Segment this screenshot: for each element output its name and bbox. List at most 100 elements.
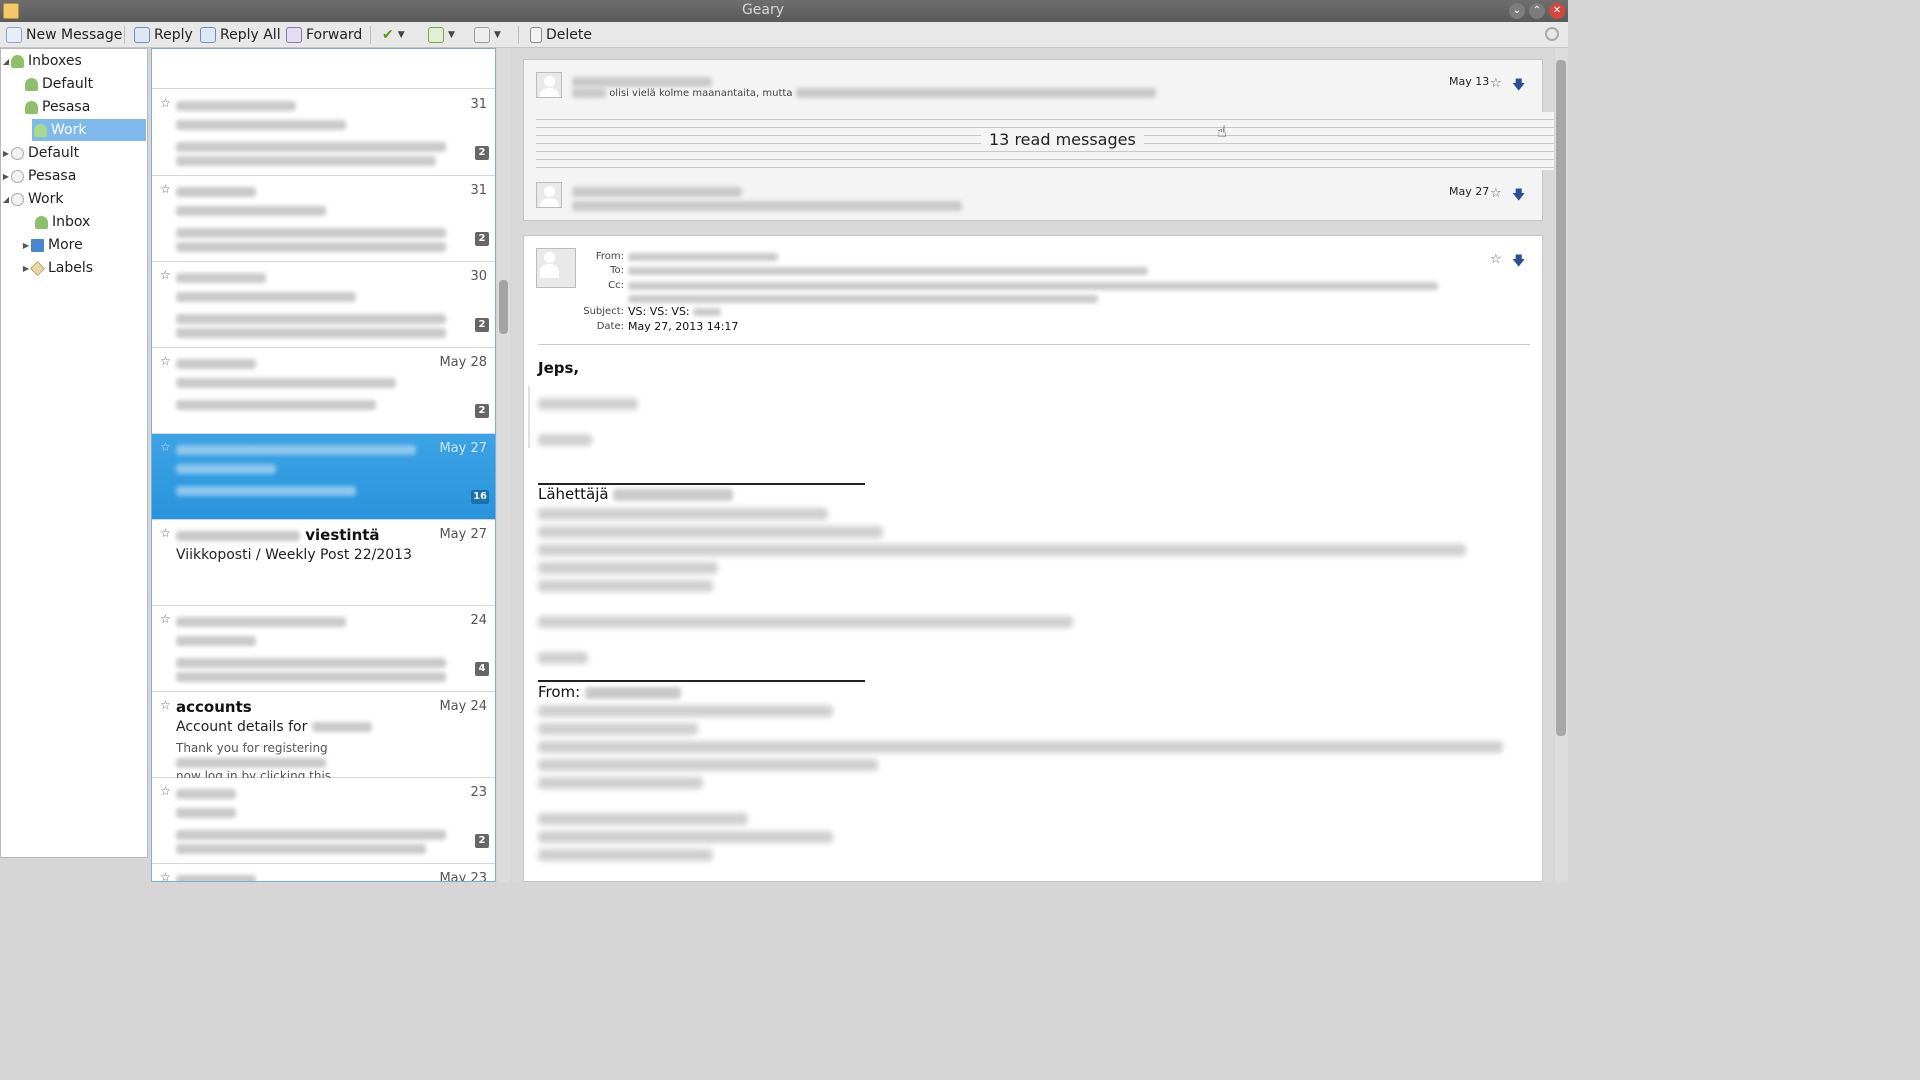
email-body-line xyxy=(538,777,703,789)
maximize-icon[interactable]: ⌃ xyxy=(1529,3,1545,19)
inbox-icon xyxy=(25,100,38,114)
message-menu-icon[interactable]: 🡇 xyxy=(1512,186,1525,208)
folder-label: Inboxes xyxy=(28,53,82,69)
expander-icon[interactable]: ◢ xyxy=(1,195,11,204)
list-item[interactable] xyxy=(152,49,495,89)
account-pesasa[interactable]: ▶ Pesasa xyxy=(1,165,147,187)
list-item[interactable]: ☆ 23 2 xyxy=(152,778,495,864)
email-body-line xyxy=(538,759,878,771)
mark-button[interactable]: ✔ ▼ xyxy=(382,25,405,45)
folder-inbox-work[interactable]: Work xyxy=(32,119,146,141)
reply-icon xyxy=(134,27,150,43)
list-item-selected[interactable]: ☆ May 27 16 xyxy=(152,434,495,520)
list-item[interactable]: ☆ May 23 xyxy=(152,864,495,881)
message-menu-icon[interactable]: 🡇 xyxy=(1512,76,1525,98)
thread-count-badge: 2 xyxy=(475,232,489,246)
list-item[interactable]: ☆ accounts May 24 Account details for Th… xyxy=(152,692,495,796)
window-title: Geary xyxy=(741,2,785,18)
message-date: May 27 xyxy=(1449,185,1490,198)
account-work[interactable]: ◢ Work xyxy=(1,188,147,210)
account-icon xyxy=(11,146,24,160)
star-icon[interactable]: ☆ xyxy=(160,268,171,282)
message-menu-icon[interactable]: 🡇 xyxy=(1512,252,1525,274)
folder-work-labels[interactable]: ▶ Labels xyxy=(1,257,147,279)
folder-inboxes[interactable]: ◢ Inboxes xyxy=(1,50,147,72)
account-icon xyxy=(11,169,24,183)
folder-label: More xyxy=(48,237,83,253)
quote-separator xyxy=(538,680,865,682)
cc-value xyxy=(628,279,1438,305)
close-icon[interactable]: ✕ xyxy=(1549,3,1565,19)
chevron-down-icon: ▼ xyxy=(448,30,455,40)
message-preview xyxy=(176,397,466,411)
conversation-scroll-thumb[interactable] xyxy=(1556,60,1566,736)
folder-label: Work xyxy=(28,191,64,207)
message-snippet xyxy=(572,198,962,214)
toolbar-separator xyxy=(370,26,371,44)
message-list-scroll-thumb[interactable] xyxy=(499,280,508,334)
inbox-icon xyxy=(35,215,48,229)
to-label: To: xyxy=(610,265,624,276)
expander-icon[interactable]: ▶ xyxy=(1,149,11,158)
account-default[interactable]: ▶ Default xyxy=(1,142,147,164)
message-from xyxy=(176,182,256,200)
star-icon[interactable]: ☆ xyxy=(160,784,171,798)
message-subject: Account details for xyxy=(176,719,372,735)
star-icon[interactable]: ☆ xyxy=(160,440,171,454)
move-button[interactable]: ▼ xyxy=(474,25,501,45)
expander-icon[interactable]: ▶ xyxy=(1,172,11,181)
tag-icon xyxy=(30,260,45,276)
label-button[interactable]: ▼ xyxy=(428,25,455,45)
star-icon[interactable]: ☆ xyxy=(1490,76,1502,91)
folder-work-inbox[interactable]: Inbox xyxy=(1,211,147,233)
email-body-line xyxy=(538,723,698,735)
message-date: 31 xyxy=(470,183,487,198)
star-icon[interactable]: ☆ xyxy=(160,354,171,368)
folder-inbox-default[interactable]: Default xyxy=(1,73,147,95)
email-body-line xyxy=(538,398,638,410)
delete-button[interactable]: Delete xyxy=(530,25,592,45)
folder-work-more[interactable]: ▶ More xyxy=(1,234,147,256)
email-body-line xyxy=(538,508,828,520)
message-preview xyxy=(176,655,466,683)
list-item[interactable]: ☆ May 28 2 xyxy=(152,348,495,434)
star-icon[interactable]: ☆ xyxy=(1490,252,1502,267)
minimize-icon[interactable]: ⌄ xyxy=(1509,3,1525,19)
new-message-label: New Message xyxy=(26,27,123,43)
expander-icon[interactable]: ◢ xyxy=(1,57,11,66)
list-item[interactable]: ☆ 31 2 xyxy=(152,90,495,176)
inbox-icon xyxy=(25,77,38,91)
list-item[interactable]: ☆ 30 2 xyxy=(152,262,495,348)
star-icon[interactable]: ☆ xyxy=(1490,186,1502,201)
expander-icon[interactable]: ▶ xyxy=(21,241,31,250)
list-item[interactable]: ☆ 24 4 xyxy=(152,606,495,692)
star-icon[interactable]: ☆ xyxy=(160,870,171,881)
thread-count-badge: 2 xyxy=(475,404,489,418)
folder-inbox-pesasa[interactable]: Pesasa xyxy=(1,96,147,118)
chevron-down-icon: ▼ xyxy=(494,30,501,40)
message-list-scrollbar[interactable] xyxy=(498,48,510,882)
collapsed-messages-label[interactable]: 13 read messages xyxy=(981,130,1144,149)
gear-icon[interactable] xyxy=(1545,27,1559,41)
quoted-from-label: From: xyxy=(538,683,581,701)
list-item[interactable]: ☆ 31 2 xyxy=(152,176,495,262)
star-icon[interactable]: ☆ xyxy=(160,612,171,626)
collapsed-messages-divider[interactable]: 13 read messages xyxy=(536,112,1554,170)
star-icon[interactable]: ☆ xyxy=(160,96,171,110)
new-message-button[interactable]: New Message xyxy=(6,25,122,45)
message-preview xyxy=(176,311,466,339)
chevron-down-icon: ▼ xyxy=(397,30,405,40)
reply-all-label: Reply All xyxy=(220,27,281,43)
quoted-sender: Lähettäjä xyxy=(538,485,734,503)
list-item[interactable]: ☆ viestintä May 27 Viikkoposti / Weekly … xyxy=(152,520,495,606)
forward-button[interactable]: Forward xyxy=(286,25,362,45)
star-icon[interactable]: ☆ xyxy=(160,182,171,196)
inbox-icon xyxy=(34,123,47,137)
reply-all-button[interactable]: Reply All xyxy=(200,25,281,45)
inbox-icon xyxy=(11,54,24,68)
star-icon[interactable]: ☆ xyxy=(160,698,171,712)
message-date: May 24 xyxy=(439,699,487,714)
message-subject xyxy=(176,203,326,219)
star-icon[interactable]: ☆ xyxy=(160,526,171,540)
reply-button[interactable]: Reply xyxy=(134,25,193,45)
